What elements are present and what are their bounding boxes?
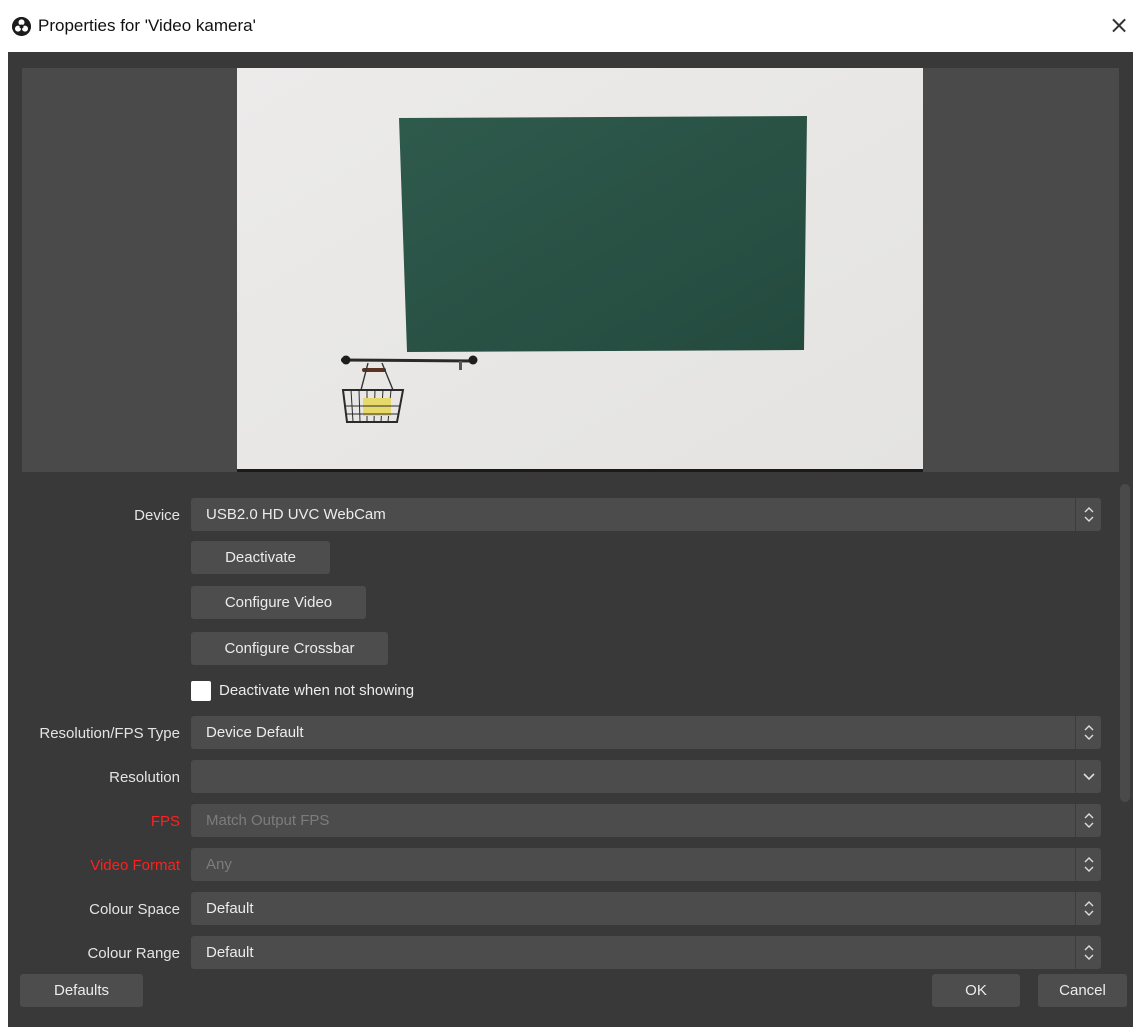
device-value: USB2.0 HD UVC WebCam xyxy=(206,506,386,523)
fps-select[interactable]: Match Output FPS xyxy=(191,804,1101,837)
colour-space-select[interactable]: Default xyxy=(191,892,1101,925)
spinner-arrows-icon xyxy=(1075,498,1101,531)
resolution-fps-type-label: Resolution/FPS Type xyxy=(39,725,180,742)
ok-button[interactable]: OK xyxy=(932,974,1020,1007)
resolution-fps-type-value: Device Default xyxy=(206,724,304,741)
spinner-arrows-icon xyxy=(1075,848,1101,881)
configure-crossbar-button[interactable]: Configure Crossbar xyxy=(191,632,388,665)
video-format-value: Any xyxy=(206,856,232,873)
deactivate-button[interactable]: Deactivate xyxy=(191,541,330,574)
colour-range-value: Default xyxy=(206,944,254,961)
spinner-arrows-icon xyxy=(1075,804,1101,837)
close-icon[interactable]: × xyxy=(1105,11,1133,39)
colour-range-label: Colour Range xyxy=(87,945,180,962)
fps-label: FPS xyxy=(150,813,180,830)
cancel-button[interactable]: Cancel xyxy=(1038,974,1127,1007)
properties-dialog: Device USB2.0 HD UVC WebCam Deactivate C… xyxy=(8,52,1133,1027)
camera-preview-image xyxy=(237,68,923,472)
source-preview xyxy=(22,68,1119,472)
colour-space-value: Default xyxy=(206,900,254,917)
configure-video-button[interactable]: Configure Video xyxy=(191,586,366,619)
window-title: Properties for 'Video kamera' xyxy=(38,16,256,35)
form-scrollbar[interactable] xyxy=(1120,484,1130,802)
deactivate-when-not-showing-checkbox[interactable] xyxy=(191,681,211,701)
device-label: Device xyxy=(134,507,180,524)
colour-range-select[interactable]: Default xyxy=(191,936,1101,969)
device-select[interactable]: USB2.0 HD UVC WebCam xyxy=(191,498,1101,531)
deactivate-when-not-showing-label: Deactivate when not showing xyxy=(219,682,415,699)
video-format-select[interactable]: Any xyxy=(191,848,1101,881)
resolution-fps-type-select[interactable]: Device Default xyxy=(191,716,1101,749)
obs-logo-icon xyxy=(12,17,31,36)
fps-value: Match Output FPS xyxy=(206,812,330,829)
spinner-arrows-icon xyxy=(1075,716,1101,749)
spinner-arrows-icon xyxy=(1075,892,1101,925)
defaults-button[interactable]: Defaults xyxy=(20,974,143,1007)
resolution-combobox[interactable] xyxy=(191,760,1101,793)
spinner-arrows-icon xyxy=(1075,936,1101,969)
resolution-label: Resolution xyxy=(109,769,180,786)
title-bar: Properties for 'Video kamera' × xyxy=(0,0,1141,52)
chevron-down-icon[interactable] xyxy=(1075,760,1101,793)
colour-space-label: Colour Space xyxy=(89,901,180,918)
video-format-label: Video Format xyxy=(90,857,180,874)
